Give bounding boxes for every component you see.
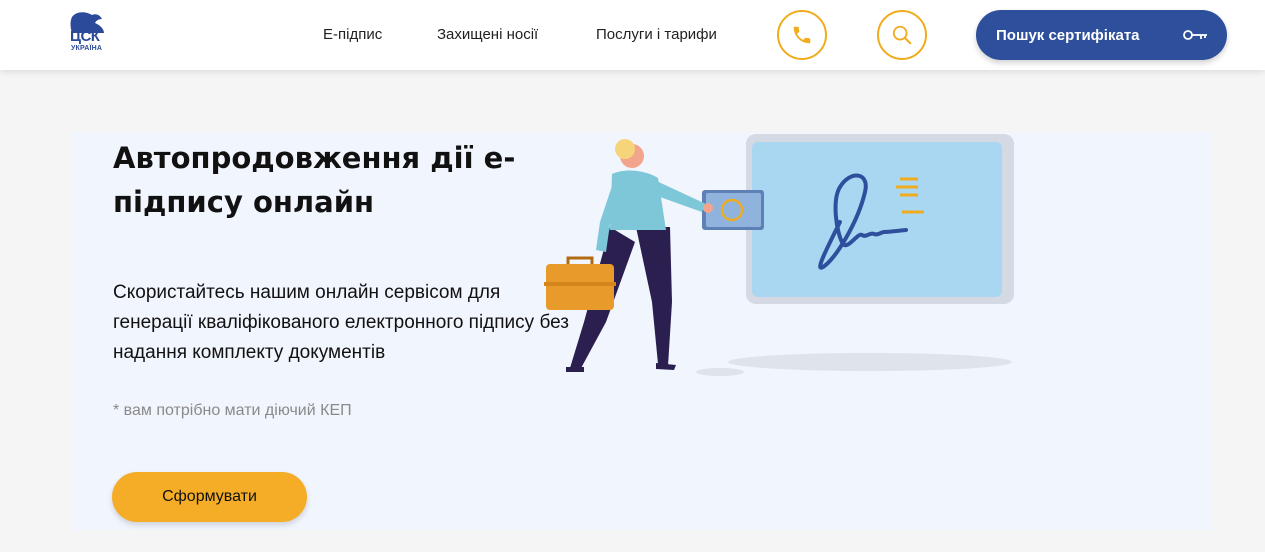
search-button[interactable] — [877, 10, 927, 60]
phone-button[interactable] — [777, 10, 827, 60]
phone-icon — [793, 26, 811, 44]
hero-description: Скористайтесь нашим онлайн сервісом для … — [113, 282, 569, 363]
generate-button[interactable]: Сформувати — [112, 472, 307, 522]
logo-subtext: УКРАЇНА — [71, 45, 103, 52]
nav-item-secure-media[interactable]: Захищені носії — [437, 26, 538, 43]
logo-text: ЦСК — [70, 28, 100, 45]
site-header: ЦСК УКРАЇНА Е-підпис Захищені носії Посл… — [0, 0, 1265, 70]
signature-illustration — [544, 134, 1014, 376]
hero-note: * вам потрібно мати діючий КЕП — [113, 402, 352, 419]
nav-item-e-signature[interactable]: Е-підпис — [323, 26, 382, 43]
key-icon — [1183, 30, 1207, 40]
certificate-search-button[interactable]: Пошук сертифіката — [976, 10, 1227, 60]
certificate-search-label: Пошук сертифіката — [996, 27, 1140, 44]
search-icon — [892, 25, 912, 45]
hero-title: Автопродовження дії е-підпису онлайн — [113, 141, 516, 219]
nav-item-services-pricing[interactable]: Послуги і тарифи — [596, 26, 717, 43]
